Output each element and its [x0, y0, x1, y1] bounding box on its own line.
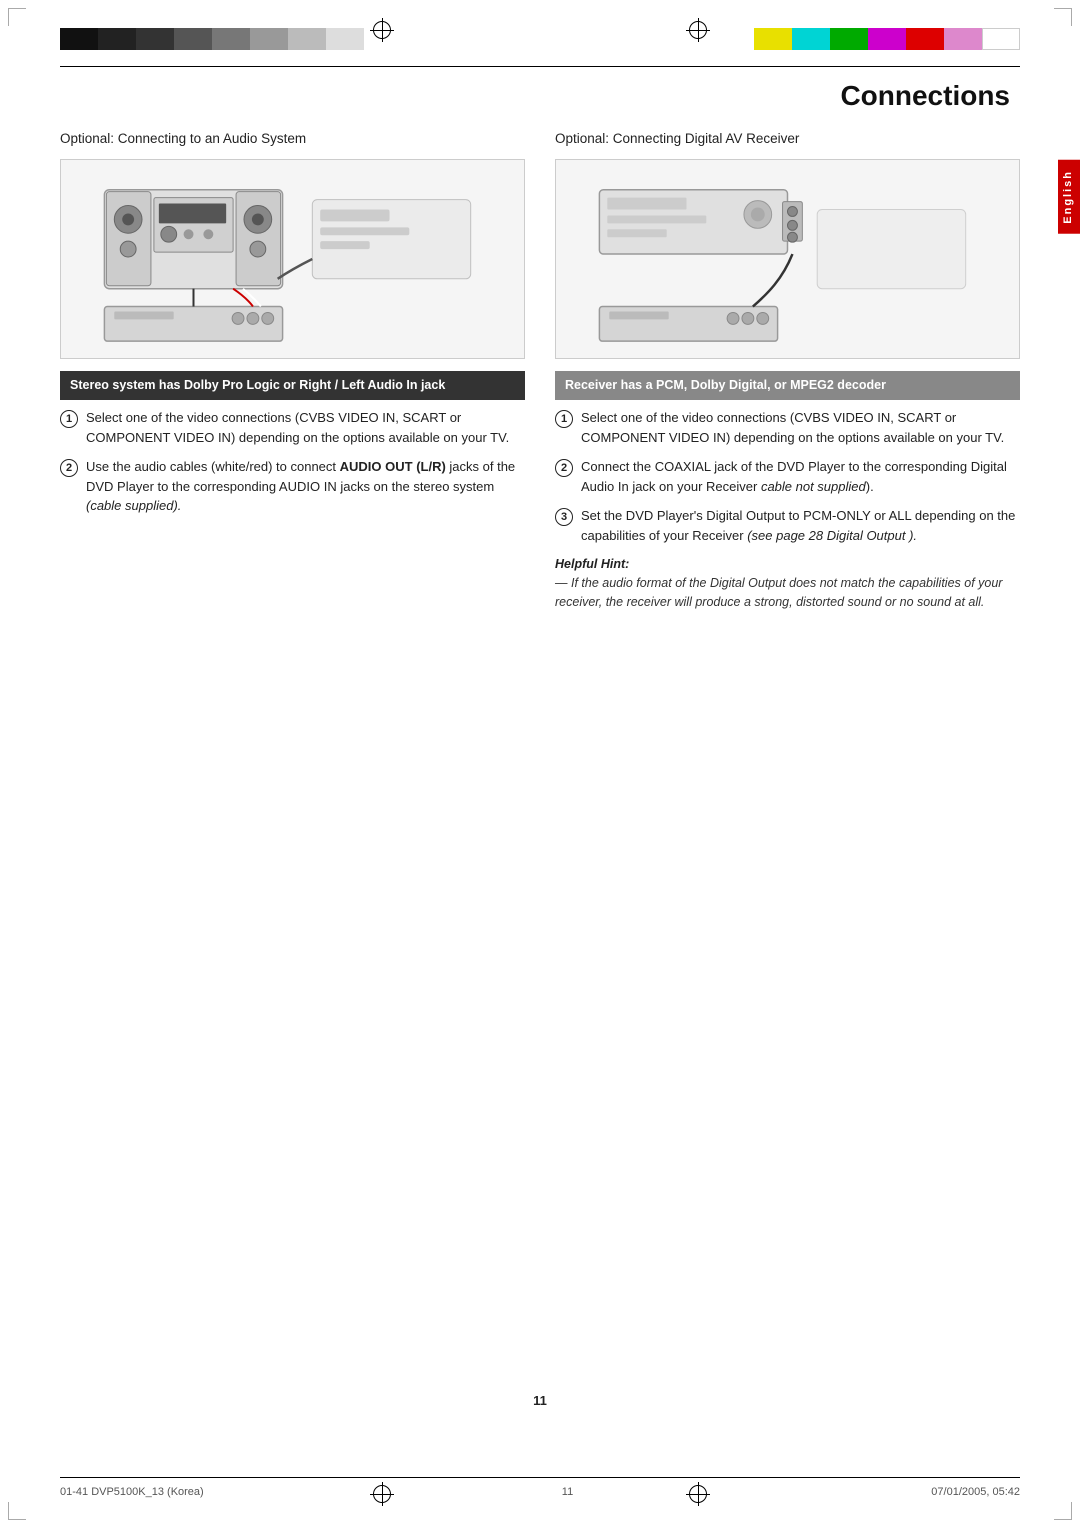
right-step-1-text: Select one of the video connections (CVB… [581, 408, 1020, 447]
left-instruction-header: Stereo system has Dolby Pro Logic or Rig… [60, 371, 525, 401]
left-diagram [60, 159, 525, 359]
footer-left: 01-41 DVP5100K_13 (Korea) [60, 1486, 204, 1498]
left-step-2: 2 Use the audio cables (white/red) to co… [60, 457, 525, 516]
right-step-2-text: Connect the COAXIAL jack of the DVD Play… [581, 457, 1020, 496]
language-tab: English [1058, 160, 1080, 234]
right-step-number-3: 3 [555, 508, 573, 526]
left-step-1-text: Select one of the video connections (CVB… [86, 408, 525, 447]
right-step-number-2: 2 [555, 459, 573, 477]
left-step-1: 1 Select one of the video connections (C… [60, 408, 525, 447]
page-number: 11 [533, 1393, 547, 1408]
helpful-hint-title: Helpful Hint: [555, 555, 1020, 574]
color-bars [60, 28, 1020, 50]
right-section-title: Optional: Connecting Digital AV Receiver [555, 130, 1020, 149]
left-step-2-text: Use the audio cables (white/red) to conn… [86, 457, 525, 516]
color-bar-left [60, 28, 364, 50]
right-step-3: 3 Set the DVD Player's Digital Output to… [555, 506, 1020, 545]
footer-right: 07/01/2005, 05:42 [931, 1486, 1020, 1498]
right-step-1: 1 Select one of the video connections (C… [555, 408, 1020, 447]
helpful-hint: Helpful Hint: — If the audio format of t… [555, 555, 1020, 611]
reg-mark-top-left [370, 18, 394, 42]
reg-mark-top-right [686, 18, 710, 42]
left-section-title: Optional: Connecting to an Audio System [60, 130, 525, 149]
bottom-line [60, 1477, 1020, 1478]
corner-mark-br [1054, 1502, 1072, 1520]
footer: 01-41 DVP5100K_13 (Korea) 11 07/01/2005,… [60, 1486, 1020, 1498]
step-number-2: 2 [60, 459, 78, 477]
corner-mark-tr [1054, 8, 1072, 26]
main-content: Connections Optional: Connecting to an A… [60, 80, 1020, 1468]
helpful-hint-text: — If the audio format of the Digital Out… [555, 574, 1020, 612]
right-diagram [555, 159, 1020, 359]
page-title: Connections [60, 80, 1020, 112]
color-bar-right [754, 28, 1020, 50]
right-step-2: 2 Connect the COAXIAL jack of the DVD Pl… [555, 457, 1020, 496]
corner-mark-tl [8, 8, 26, 26]
footer-center: 11 [562, 1486, 573, 1498]
top-line [60, 66, 1020, 67]
right-instruction-header: Receiver has a PCM, Dolby Digital, or MP… [555, 371, 1020, 401]
right-step-3-text: Set the DVD Player's Digital Output to P… [581, 506, 1020, 545]
right-step-number-1: 1 [555, 410, 573, 428]
right-column: Optional: Connecting Digital AV Receiver [555, 130, 1020, 612]
corner-mark-bl [8, 1502, 26, 1520]
two-column-layout: Optional: Connecting to an Audio System [60, 130, 1020, 612]
step-number-1: 1 [60, 410, 78, 428]
left-column: Optional: Connecting to an Audio System [60, 130, 525, 612]
